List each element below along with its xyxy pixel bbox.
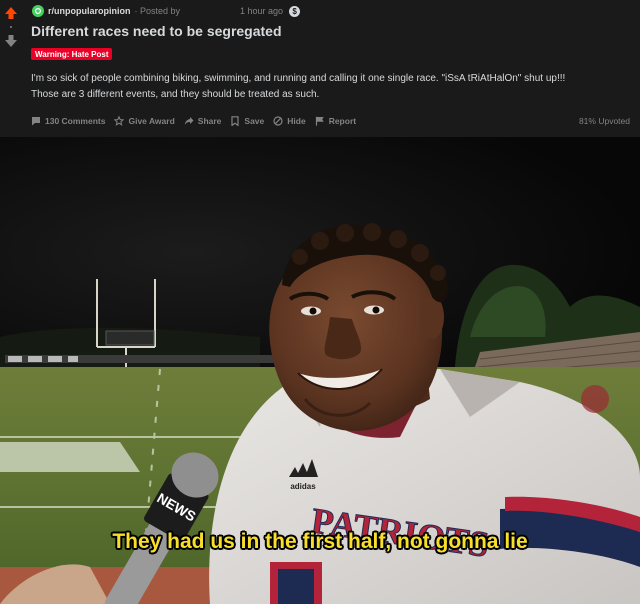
hide-icon bbox=[273, 116, 283, 126]
downvote-icon[interactable] bbox=[4, 34, 18, 48]
share-icon bbox=[184, 117, 194, 125]
post-body-line: Those are 3 different events, and they s… bbox=[31, 89, 320, 100]
share-button[interactable]: Share bbox=[184, 116, 222, 126]
post-flair[interactable]: Warning: Hate Post bbox=[31, 48, 113, 60]
post-card: r/unpopularopinion · Posted by 1 hour ag… bbox=[0, 0, 640, 136]
gift-icon bbox=[114, 116, 125, 126]
hide-label: Hide bbox=[287, 116, 306, 126]
vote-column bbox=[4, 6, 18, 48]
comments-label: 130 Comments bbox=[45, 116, 106, 126]
subreddit-link[interactable]: r/unpopularopinion bbox=[48, 6, 131, 16]
post-actions: 130 Comments Give Award Share Save Hide … bbox=[31, 114, 365, 128]
post-body: I'm so sick of people combining biking, … bbox=[31, 71, 621, 103]
comment-icon bbox=[32, 117, 40, 126]
upvote-ratio: 81% Upvoted bbox=[578, 116, 630, 126]
hide-button[interactable]: Hide bbox=[273, 116, 306, 126]
save-icon bbox=[231, 116, 240, 126]
report-icon bbox=[315, 116, 324, 126]
share-label: Share bbox=[197, 116, 222, 126]
give-award-button[interactable]: Give Award bbox=[114, 116, 175, 126]
award-icon: $ bbox=[289, 5, 301, 17]
save-button[interactable]: Save bbox=[230, 116, 264, 126]
jersey-brand: adidas bbox=[290, 482, 316, 491]
comments-button[interactable]: 130 Comments bbox=[31, 116, 105, 126]
report-button[interactable]: Report bbox=[315, 116, 356, 126]
give-award-label: Give Award bbox=[128, 116, 175, 126]
posted-by-label: · Posted by bbox=[134, 6, 181, 16]
post-body-line: I'm so sick of people combining biking, … bbox=[31, 73, 566, 84]
post-title[interactable]: Different races need to be segregated bbox=[31, 23, 282, 39]
post-meta: r/unpopularopinion · Posted by 1 hour ag… bbox=[32, 4, 301, 18]
vote-score-dot bbox=[10, 26, 12, 28]
meme-image[interactable]: adidas PATRIOTS NEWS They had us in the … bbox=[0, 137, 640, 604]
meme-caption: They had us in the first half, not gonna… bbox=[112, 530, 528, 553]
post-time[interactable]: 1 hour ago bbox=[240, 6, 283, 16]
report-label: Report bbox=[328, 116, 357, 126]
subreddit-icon[interactable] bbox=[32, 5, 44, 17]
upvote-icon[interactable] bbox=[4, 6, 18, 20]
save-label: Save bbox=[244, 116, 265, 126]
